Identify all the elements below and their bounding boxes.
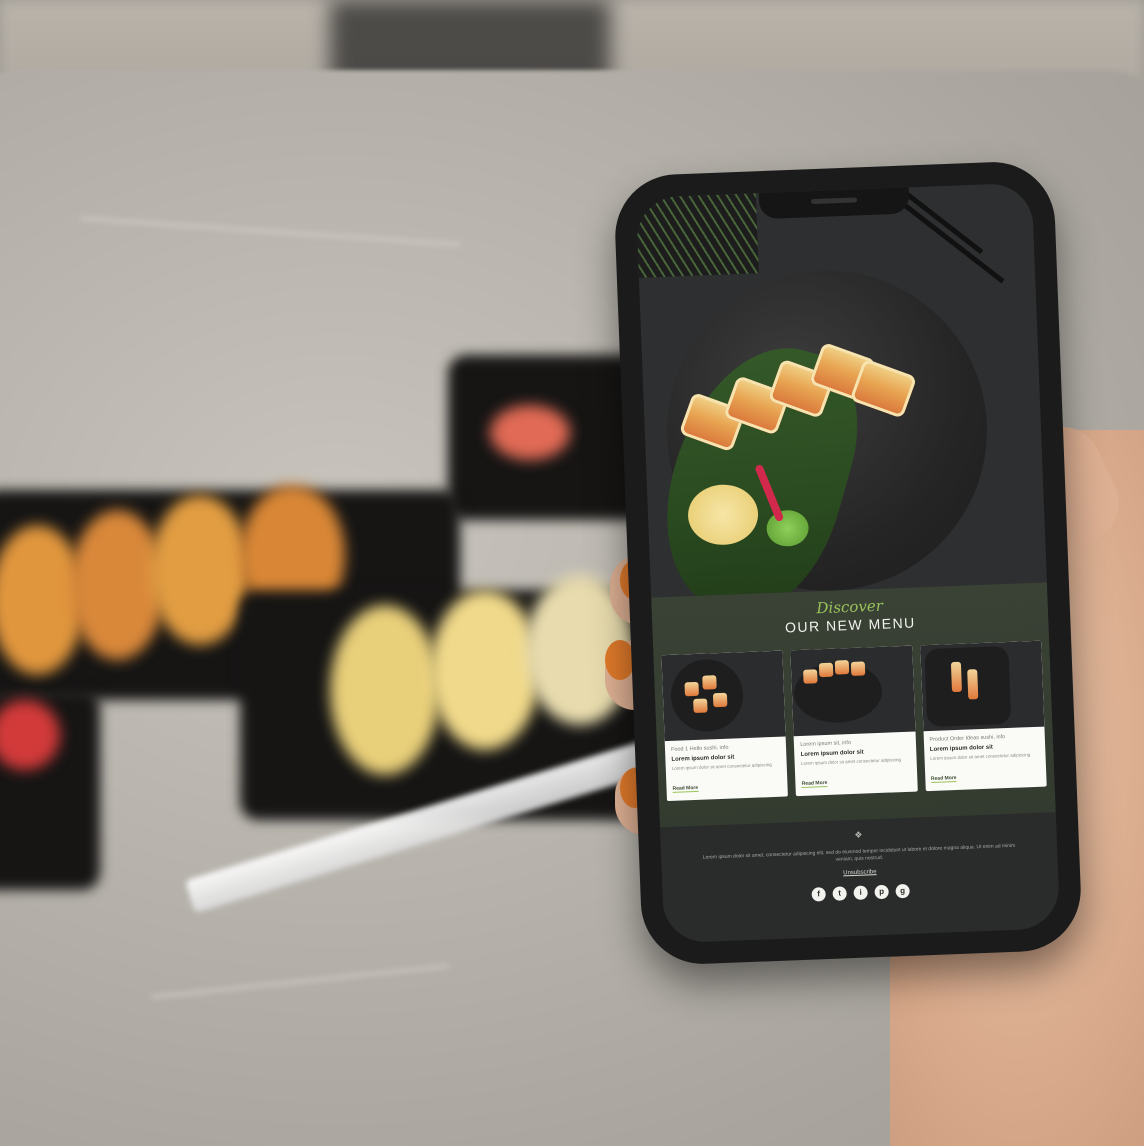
- promo-section: Discover OUR NEW MENU Food 1 Hello sushi…: [651, 582, 1056, 828]
- sushi-piece: [851, 661, 866, 676]
- email-footer: ❖ Lorem ipsum dolor sit amet, consectetu…: [660, 812, 1061, 944]
- sushi-piece: [966, 669, 978, 700]
- sushi-piece: [803, 669, 818, 684]
- social-icons: f t i p g: [663, 878, 1059, 907]
- menu-card[interactable]: Product Order Ideas sushi, info Lorem ip…: [919, 640, 1047, 792]
- read-more-link[interactable]: Read More: [672, 784, 699, 793]
- card-text: Lorem ipsum dolor sit amet consectetur a…: [930, 752, 1031, 761]
- read-more-link[interactable]: Read More: [801, 779, 828, 788]
- card-image: [790, 645, 916, 737]
- sushi-piece: [684, 681, 699, 697]
- menu-card[interactable]: Lorem ipsum sit, info Lorem ipsum dolor …: [790, 645, 918, 797]
- card-image: [661, 650, 786, 742]
- ginger-blur: [490, 405, 570, 460]
- card-text: Lorem ipsum dolor sit amet consectetur a…: [671, 762, 772, 771]
- menu-cards: Food 1 Hello sushi, info Lorem ipsum dol…: [661, 640, 1047, 802]
- roll-blur: [150, 495, 250, 645]
- pinterest-icon[interactable]: p: [874, 884, 889, 899]
- sushi-piece: [693, 698, 708, 714]
- card-meta: Food 1 Hello sushi, info: [670, 744, 729, 753]
- google-plus-icon[interactable]: g: [895, 883, 910, 898]
- sushi-piece: [835, 660, 850, 675]
- roll-blur: [430, 590, 540, 750]
- card-image: [919, 640, 1045, 732]
- read-more-link[interactable]: Read More: [930, 774, 957, 783]
- speaker: [811, 197, 858, 205]
- sushi-piece: [819, 662, 834, 678]
- card-text: Lorem ipsum dolor sit amet consectetur a…: [800, 757, 902, 766]
- hero-image: [635, 182, 1047, 598]
- plate: [669, 658, 745, 733]
- card-meta: Lorem ipsum sit, info: [800, 740, 852, 748]
- facebook-icon[interactable]: f: [811, 886, 826, 902]
- sushi-piece: [950, 661, 962, 693]
- sushi-piece: [712, 692, 728, 708]
- roll-blur: [330, 605, 440, 775]
- twitter-icon[interactable]: t: [832, 885, 847, 901]
- phone-screen[interactable]: Discover OUR NEW MENU Food 1 Hello sushi…: [635, 182, 1061, 944]
- instagram-icon[interactable]: i: [853, 884, 868, 900]
- card-meta: Product Order Ideas sushi, info: [929, 734, 1006, 743]
- menu-card[interactable]: Food 1 Hello sushi, info Lorem ipsum dol…: [661, 650, 789, 802]
- smartphone: Discover OUR NEW MENU Food 1 Hello sushi…: [612, 159, 1084, 967]
- chopstick: [890, 193, 1005, 284]
- bamboo-mat: [635, 193, 759, 279]
- sushi-piece: [702, 675, 717, 690]
